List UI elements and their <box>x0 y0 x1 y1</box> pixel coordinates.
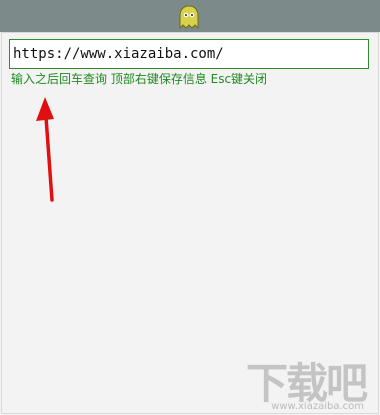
ghost-icon[interactable] <box>178 5 200 29</box>
title-bar[interactable] <box>0 0 380 32</box>
red-arrow-annotation <box>36 97 54 202</box>
hint-text: 输入之后回车查询 顶部右键保存信息 Esc键关闭 <box>11 72 268 86</box>
url-input[interactable] <box>9 39 369 69</box>
watermark-url: www.xiazaiba.com <box>271 401 364 412</box>
watermark: 下载吧 www.xiazaiba.com <box>246 350 370 412</box>
